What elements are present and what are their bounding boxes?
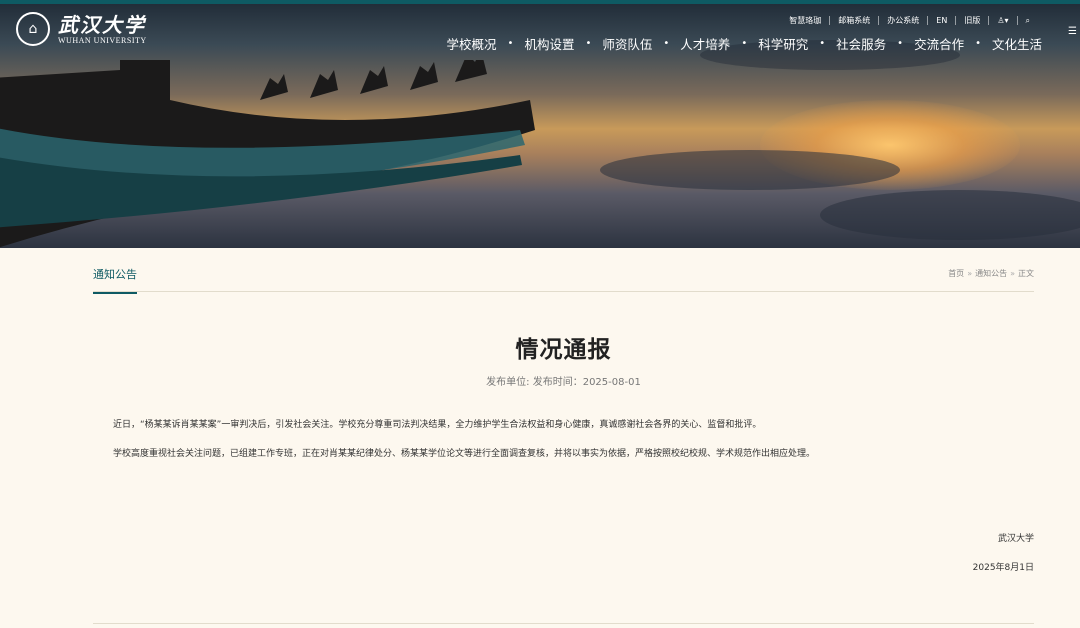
utility-links: 智慧珞珈 邮箱系统 办公系统 EN 旧版 ♙▾ ⌕ (781, 16, 1038, 25)
section-header: 通知公告 首页» 通知公告» 正文 (93, 248, 1034, 294)
main-content: 通知公告 首页» 通知公告» 正文 情况通报 发布单位: 发布时间：2025-08-… (93, 248, 1034, 624)
breadcrumb-current: 正文 (1018, 269, 1034, 278)
nav-school-overview[interactable]: 学校概况 (447, 34, 497, 53)
utility-link-email[interactable]: 邮箱系统 (830, 16, 880, 25)
breadcrumb-home[interactable]: 首页 (948, 269, 964, 278)
divider (93, 623, 1034, 624)
nav-exchange[interactable]: 交流合作 (914, 34, 964, 53)
logo-english-name: WUHAN UNIVERSITY (58, 35, 147, 45)
breadcrumb-notices[interactable]: 通知公告 (975, 269, 1007, 278)
header-banner: ⌂ 武汉大学 WUHAN UNIVERSITY 智慧珞珈 邮箱系统 办公系统 E… (0, 0, 1080, 248)
cloud (820, 190, 1080, 240)
utility-link-office[interactable]: 办公系统 (879, 16, 929, 25)
utility-link-english[interactable]: EN (928, 16, 957, 25)
article-body: 近日，“杨某某诉肖某某案”一审判决后，引发社会关注。学校充分尊重司法判决结果，全… (113, 418, 1013, 476)
nav-social-service[interactable]: 社会服务 (836, 34, 886, 53)
nav-research[interactable]: 科学研究 (758, 34, 808, 53)
nav-faculty[interactable]: 师资队伍 (602, 34, 652, 53)
roof-eave-image (0, 60, 535, 248)
user-icon[interactable]: ♙▾ (989, 16, 1018, 25)
section-tab-notices[interactable]: 通知公告 (93, 266, 137, 294)
article-meta: 发布单位: 发布时间：2025-08-01 (486, 377, 641, 388)
nav-education[interactable]: 人才培养 (680, 34, 730, 53)
top-accent-bar (0, 0, 1080, 4)
article-paragraph: 近日，“杨某某诉肖某某案”一审判决后，引发社会关注。学校充分尊重司法判决结果，全… (113, 420, 762, 430)
nav-culture-life[interactable]: 文化生活 (992, 34, 1042, 53)
logo-chinese-name: 武汉大学 (58, 12, 146, 37)
utility-link-smart-luojia[interactable]: 智慧珞珈 (781, 16, 831, 25)
breadcrumb-separator: » (1010, 269, 1015, 278)
article-paragraph: 学校高度重视社会关注问题，已组建工作专班，正在对肖某某纪律处分、杨某某学位论文等… (113, 449, 816, 459)
article-title: 情况通报 (515, 337, 612, 363)
nav-organization[interactable]: 机构设置 (524, 34, 574, 53)
utility-link-old-version[interactable]: 旧版 (956, 16, 990, 25)
university-logo[interactable]: ⌂ 武汉大学 WUHAN UNIVERSITY (16, 12, 147, 46)
signature-organization: 武汉大学 (997, 534, 1034, 544)
emblem-icon: ⌂ (16, 12, 50, 46)
main-navigation: 学校概况 • 机构设置 • 师资队伍 • 人才培养 • 科学研究 • 社会服务 … (447, 34, 1042, 53)
menu-icon[interactable]: ☰ (1068, 26, 1080, 40)
search-icon[interactable]: ⌕ (1018, 16, 1038, 25)
breadcrumb-separator: » (967, 269, 973, 278)
breadcrumb: 首页» 通知公告» 正文 (948, 268, 1034, 279)
cloud (600, 150, 900, 190)
signature-date: 2025年8月1日 (972, 563, 1034, 573)
